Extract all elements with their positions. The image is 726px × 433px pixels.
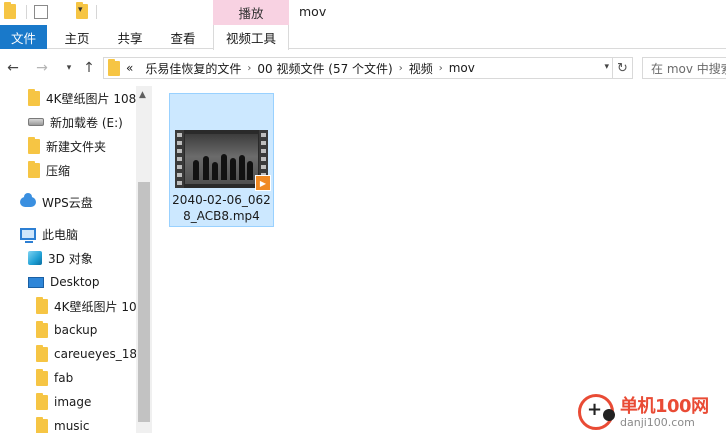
folder-icon: [36, 416, 48, 433]
folder-icon: [36, 320, 48, 338]
refresh-icon[interactable]: ↻: [613, 57, 633, 79]
tab-view[interactable]: 查看: [163, 25, 203, 49]
tree-item-fab[interactable]: fab: [36, 366, 73, 390]
divider: [26, 5, 27, 19]
tab-home[interactable]: 主页: [57, 25, 97, 49]
plus-icon: +: [587, 399, 603, 420]
tree-item-label: 4K壁纸图片 10: [54, 299, 137, 314]
folder-icon: [28, 160, 40, 178]
navigation-bar: ← → ▾ ↑ « 乐易佳恢复的文件 › 00 视频文件 (57 个文件) › …: [0, 54, 726, 82]
window-title: mov: [299, 4, 327, 19]
video-thumbnail: ▶: [175, 130, 271, 191]
scroll-up-arrow-icon[interactable]: ▲: [139, 90, 146, 100]
tree-item-label: 4K壁纸图片 108: [46, 91, 137, 106]
tab-share[interactable]: 共享: [110, 25, 150, 49]
breadcrumb-item[interactable]: 00 视频文件 (57 个文件): [257, 60, 392, 77]
tree-item-label: image: [54, 395, 92, 409]
tree-item-label: 新加载卷 (E:): [50, 115, 123, 130]
breadcrumb-item[interactable]: 视频: [409, 60, 433, 77]
address-dropdown-chevron-icon[interactable]: ▾: [604, 62, 609, 72]
watermark-circle-icon: +: [578, 394, 615, 430]
title-bar: ▾ 播放 mov: [0, 0, 726, 25]
navigation-pane: 4K壁纸图片 108 新加载卷 (E:) 新建文件夹 压缩 WPS云盘 此电脑 …: [0, 86, 150, 433]
file-item-video[interactable]: ▶ 2040-02-06_0628_ACB8.mp4: [169, 93, 274, 227]
folder-icon: [36, 296, 48, 314]
quick-access-folder-icon[interactable]: [4, 2, 16, 19]
folder-icon: [108, 58, 120, 76]
video-frame: [185, 134, 258, 184]
tree-item-music[interactable]: music: [36, 414, 89, 433]
tree-item-new-folder[interactable]: 新建文件夹: [28, 134, 106, 158]
context-tab-play[interactable]: 播放: [213, 0, 289, 25]
tree-item-label: careueyes_18: [54, 347, 137, 361]
scrollbar-thumb[interactable]: [138, 182, 150, 422]
up-arrow-icon[interactable]: ↑: [80, 59, 98, 77]
divider: [96, 5, 97, 19]
tree-item-label: 此电脑: [42, 227, 79, 242]
watermark-logo: + 单机100网 danji100.com: [574, 388, 726, 433]
search-input[interactable]: 在 mov 中搜索: [642, 57, 726, 79]
tree-item-careueyes[interactable]: careueyes_18: [36, 342, 137, 366]
forward-arrow-icon[interactable]: →: [33, 59, 51, 77]
breadcrumb-item[interactable]: 乐易佳恢复的文件: [145, 60, 241, 77]
tree-item-4k-wallpapers-sub[interactable]: 4K壁纸图片 10: [36, 294, 137, 318]
tree-item-desktop[interactable]: Desktop: [28, 270, 100, 294]
tree-item-label: Desktop: [50, 275, 100, 289]
tree-item-3d-objects[interactable]: 3D 对象: [28, 246, 93, 270]
customize-quick-access-chevron-icon[interactable]: ▾: [78, 5, 83, 21]
3d-objects-icon: [28, 251, 42, 265]
tree-item-label: WPS云盘: [42, 195, 93, 210]
properties-check-icon[interactable]: [34, 5, 48, 19]
tab-file[interactable]: 文件: [0, 25, 47, 49]
desktop-icon: [28, 276, 44, 288]
tree-item-image[interactable]: image: [36, 390, 91, 414]
tree-item-backup[interactable]: backup: [36, 318, 97, 342]
breadcrumb-item[interactable]: mov: [449, 61, 475, 75]
breadcrumb-separator[interactable]: ›: [399, 63, 403, 74]
tree-item-label: 压缩: [46, 163, 71, 178]
folder-icon: [28, 88, 40, 106]
computer-icon: [20, 228, 36, 243]
tree-item-label: fab: [54, 371, 74, 385]
tree-item-this-pc[interactable]: 此电脑: [20, 222, 78, 246]
dot-icon: [603, 409, 615, 421]
folder-icon: [28, 136, 40, 154]
folder-icon: [36, 392, 48, 410]
ribbon-tabs: 文件 主页 共享 查看 视频工具: [0, 25, 726, 50]
breadcrumb-overflow[interactable]: «: [126, 61, 133, 75]
watermark-title: 单机100网: [620, 396, 709, 417]
drive-icon: [28, 118, 44, 126]
film-strip-left: [175, 130, 184, 188]
video-player-badge-icon: ▶: [255, 175, 271, 191]
breadcrumb-separator[interactable]: ›: [247, 63, 251, 74]
tab-video-tools[interactable]: 视频工具: [213, 25, 289, 50]
recent-locations-chevron-icon[interactable]: ▾: [60, 59, 78, 77]
tree-item-compress[interactable]: 压缩: [28, 158, 70, 182]
cloud-icon: [20, 193, 36, 207]
address-bar[interactable]: « 乐易佳恢复的文件 › 00 视频文件 (57 个文件) › 视频 › mov…: [103, 57, 613, 79]
breadcrumb-separator[interactable]: ›: [439, 63, 443, 74]
tree-item-label: 新建文件夹: [46, 139, 107, 154]
file-name: 2040-02-06_0628_ACB8.mp4: [172, 193, 271, 223]
tree-item-label: music: [54, 419, 90, 433]
tree-item-drive-e[interactable]: 新加载卷 (E:): [28, 110, 123, 134]
watermark-url: danji100.com: [620, 416, 695, 429]
tree-item-label: 3D 对象: [48, 251, 93, 266]
back-arrow-icon[interactable]: ←: [4, 59, 22, 77]
tree-item-label: backup: [54, 323, 98, 337]
tree-item-4k-wallpapers[interactable]: 4K壁纸图片 108: [28, 86, 136, 110]
folder-icon: [36, 344, 48, 362]
tree-item-wps-cloud[interactable]: WPS云盘: [20, 190, 93, 214]
navigation-pane-scrollbar[interactable]: ▲: [136, 86, 152, 433]
folder-icon: [36, 368, 48, 386]
